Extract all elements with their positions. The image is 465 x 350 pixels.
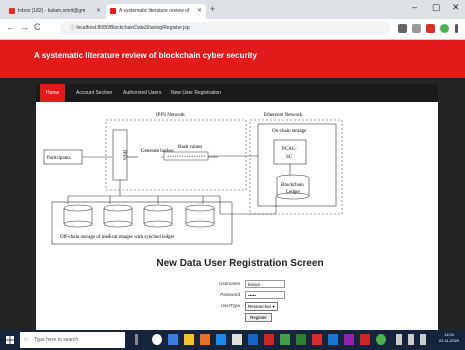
search-placeholder: Type here to search xyxy=(34,337,79,343)
app-icon-grey[interactable] xyxy=(232,334,242,345)
app-icon-orange[interactable] xyxy=(200,334,210,345)
url-text: localhost:8080/BlockchainDataSharing/Reg… xyxy=(76,25,190,31)
nav-new-user-registration[interactable]: New User Registration xyxy=(165,84,227,102)
sc-label: SC xyxy=(286,155,293,160)
blockchain-label: Blockchain xyxy=(281,183,304,188)
username-label: Username xyxy=(219,281,240,286)
taskbar-search-input[interactable]: ○ Type here to search xyxy=(20,332,125,348)
ethereum-network-label: Ethereum Network xyxy=(264,113,303,118)
app-icon-red-2[interactable] xyxy=(360,334,370,345)
search-icon: ○ xyxy=(24,337,28,343)
form-title: New Data User Registration Screen xyxy=(156,258,324,269)
file-explorer-icon[interactable] xyxy=(168,334,178,345)
nav-home[interactable]: Home xyxy=(40,84,66,102)
taskbar-clock[interactable]: 11:04 22-11-2020 xyxy=(436,332,462,344)
maximize-button[interactable]: ▢ xyxy=(432,2,441,13)
ipfs-box-label: IPFS xyxy=(121,150,126,160)
powerpoint-icon[interactable] xyxy=(312,334,322,345)
folder-icon[interactable] xyxy=(184,334,194,345)
app-icon-blue[interactable] xyxy=(216,334,226,345)
nav-account-section[interactable]: Account Section xyxy=(70,84,118,102)
page-favicon-icon xyxy=(110,7,116,14)
excel-icon[interactable] xyxy=(296,334,306,345)
hash-values-label: Hash values xyxy=(178,145,202,150)
gmail-icon xyxy=(9,7,15,14)
tray-icons[interactable] xyxy=(396,334,402,345)
tab-label: Inbox (182) - kalam.smrit@gm xyxy=(18,8,86,14)
architecture-diagram: IPFS Network Ethereum Network Participan… xyxy=(38,108,348,248)
profile-icon[interactable] xyxy=(440,24,449,33)
minimize-button[interactable]: – xyxy=(412,2,417,12)
pcac-label: PCAC- xyxy=(282,147,297,152)
close-window-button[interactable]: ✕ xyxy=(452,2,460,13)
ledger-label: Ledger xyxy=(286,190,300,195)
menu-icon[interactable] xyxy=(455,24,458,33)
close-tab-icon[interactable]: ✕ xyxy=(96,4,101,19)
volume-icon[interactable] xyxy=(420,334,426,345)
offchain-label: Off-chain storage of medical images with… xyxy=(60,235,175,240)
hash-string: **************** xyxy=(167,155,205,160)
password-label: Password xyxy=(220,292,240,297)
register-button[interactable]: Register xyxy=(245,313,272,322)
chrome-icon[interactable] xyxy=(376,334,386,345)
reload-button[interactable]: C xyxy=(34,22,41,32)
usertype-label: UserType xyxy=(220,303,240,308)
tab-active[interactable]: A systematic literature review of ✕ xyxy=(106,4,206,19)
translate-icon[interactable] xyxy=(398,24,407,33)
extension-icon[interactable] xyxy=(426,24,435,33)
close-tab-icon[interactable]: ✕ xyxy=(197,4,202,19)
windows-start-icon[interactable] xyxy=(6,336,14,344)
participants-label: Participants xyxy=(47,156,71,161)
forward-button[interactable]: → xyxy=(20,22,29,32)
word-icon[interactable] xyxy=(248,334,258,345)
ipfs-network-label: IPFS Network xyxy=(156,113,185,118)
app-icon-purple[interactable] xyxy=(344,334,354,345)
onchain-label: On-chain storage xyxy=(272,129,307,134)
back-button[interactable]: ← xyxy=(6,22,15,32)
url-field[interactable]: ⓘ localhost:8080/BlockchainDataSharing/R… xyxy=(60,22,390,35)
star-icon[interactable] xyxy=(412,24,421,33)
task-view-icon[interactable] xyxy=(152,334,162,345)
tab-inbox[interactable]: Inbox (182) - kalam.smrit@gm ✕ xyxy=(5,4,105,19)
app-icon-blue-2[interactable] xyxy=(328,334,338,345)
clock-date: 22-11-2020 xyxy=(438,338,460,343)
app-icon-green[interactable] xyxy=(280,334,290,345)
page-title: A systematic literature review of blockc… xyxy=(34,51,257,60)
nav-authorized-users[interactable]: Authorized Users xyxy=(117,84,167,102)
pcac-sc-box xyxy=(273,139,307,165)
dark-margin-left xyxy=(0,268,36,330)
new-tab-button[interactable]: + xyxy=(210,4,215,14)
username-field[interactable]: kavya xyxy=(245,280,285,288)
network-icon[interactable] xyxy=(408,334,414,345)
microphone-icon[interactable] xyxy=(135,334,138,345)
tab-label: A systematic literature review of xyxy=(119,8,190,14)
password-field[interactable]: ••••• xyxy=(245,291,285,299)
dark-margin-right xyxy=(438,268,465,330)
usertype-select[interactable]: Researcher ▾ xyxy=(245,302,278,311)
app-icon-red[interactable] xyxy=(264,334,274,345)
